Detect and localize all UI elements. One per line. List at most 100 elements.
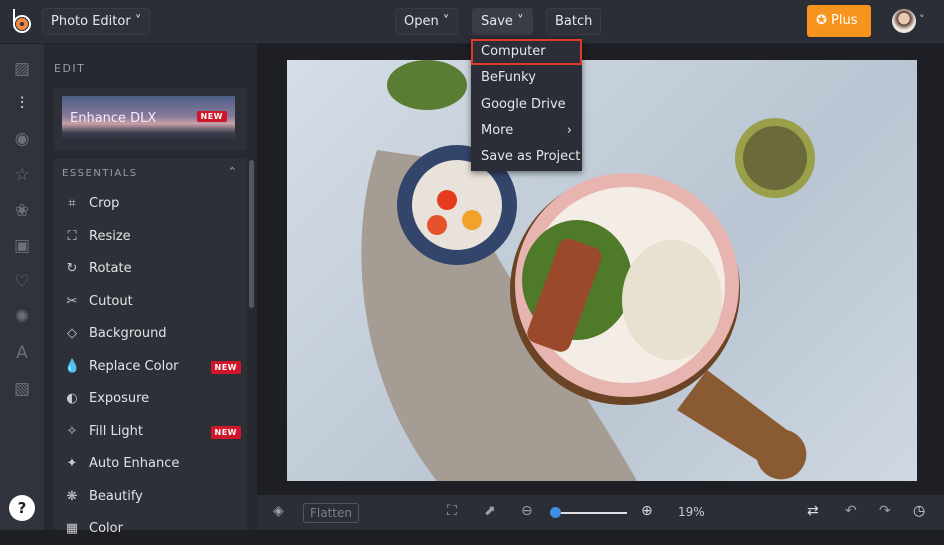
section-heading[interactable]: ESSENTIALS bbox=[62, 168, 138, 179]
tool-beautify[interactable]: ❋ Beautify bbox=[54, 481, 247, 513]
history-icon[interactable]: ◷ bbox=[913, 503, 925, 519]
help-button[interactable]: ? bbox=[9, 495, 35, 521]
tool-fill-light[interactable]: ✧ Fill Light NEW bbox=[54, 416, 247, 448]
enhance-dlx-banner: Enhance DLX NEW bbox=[62, 96, 235, 142]
resize-icon: ⛶ bbox=[67, 228, 77, 244]
avatar[interactable] bbox=[892, 9, 916, 33]
tool-replace-color[interactable]: 💧 Replace Color NEW bbox=[54, 351, 247, 383]
photo-editor-menu[interactable]: Photo Editor ˅ bbox=[42, 8, 151, 35]
color-icon: ▦ bbox=[65, 521, 79, 536]
exposure-icon: ◐ bbox=[66, 391, 78, 406]
tool-label: Replace Color bbox=[89, 358, 179, 374]
panel-heading: EDIT bbox=[54, 62, 86, 75]
actual-size-icon[interactable]: ⬈ bbox=[484, 503, 496, 519]
fit-to-screen-icon[interactable]: ⛶ bbox=[447, 503, 457, 519]
chevron-down-icon[interactable]: ˅ bbox=[919, 13, 925, 26]
pattern-icon[interactable]: ▧ bbox=[12, 379, 32, 399]
tool-label: Cutout bbox=[89, 293, 133, 309]
image-icon[interactable]: ▨ bbox=[12, 59, 32, 79]
plus-button[interactable]: ✪ Plus bbox=[807, 5, 871, 37]
batch-button[interactable]: Batch bbox=[546, 8, 602, 35]
zoom-slider-handle[interactable] bbox=[549, 507, 561, 518]
tool-rotate[interactable]: ↻ Rotate bbox=[54, 253, 247, 285]
tool-resize[interactable]: ⛶ Resize bbox=[54, 221, 247, 253]
fill-light-icon: ✧ bbox=[66, 423, 78, 439]
scissors-icon: ✂ bbox=[66, 293, 78, 309]
heart-icon[interactable]: ♡ bbox=[12, 272, 32, 292]
redo-icon[interactable]: ↷ bbox=[879, 503, 891, 519]
rotate-icon: ↻ bbox=[66, 261, 78, 276]
bottom-toolbar: ◈ Flatten ⛶ ⬈ ⊖ ⊕ 19% ⇄ ↶ ↷ ◷ bbox=[257, 495, 944, 530]
tool-label: Crop bbox=[89, 196, 120, 211]
menu-item-label: Save as Project bbox=[481, 149, 581, 165]
eye-icon[interactable]: ◉ bbox=[12, 129, 32, 149]
star-icon[interactable]: ☆ bbox=[12, 165, 32, 185]
star-icon: ✪ bbox=[816, 13, 827, 28]
flatten-button[interactable]: Flatten bbox=[303, 503, 359, 523]
tool-background[interactable]: ◇ Background bbox=[54, 318, 247, 350]
befunky-logo[interactable] bbox=[11, 8, 33, 34]
zoom-out-button[interactable]: ⊖ bbox=[521, 503, 533, 519]
tool-label: Beautify bbox=[89, 488, 143, 504]
chevron-right-icon: › bbox=[566, 122, 572, 138]
save-dropdown-menu: Computer BeFunky Google Drive More › Save as … bbox=[471, 39, 582, 171]
new-badge: NEW bbox=[210, 425, 241, 439]
sliders-icon[interactable]: ⫶ bbox=[12, 94, 32, 114]
tool-label: Fill Light bbox=[89, 423, 143, 439]
tool-crop[interactable]: ⌗ Crop bbox=[54, 188, 247, 220]
enhance-dlx-card[interactable]: Enhance DLX NEW bbox=[54, 88, 247, 150]
beautify-icon: ❋ bbox=[66, 488, 78, 504]
menu-item-label: More bbox=[481, 122, 514, 138]
new-badge: NEW bbox=[196, 111, 227, 122]
tool-label: Resize bbox=[89, 228, 131, 244]
frame-icon[interactable]: ▣ bbox=[12, 236, 32, 256]
open-label: Open bbox=[404, 14, 439, 29]
crop-icon: ⌗ bbox=[68, 196, 76, 211]
edit-panel: EDIT Enhance DLX NEW ESSENTIALS ⌃ ⌗ Crop ⛶… bbox=[44, 44, 257, 536]
plus-label: Plus bbox=[831, 13, 858, 28]
app-menu-label: Photo Editor bbox=[51, 14, 131, 29]
menu-item-label: BeFunky bbox=[481, 70, 536, 86]
chevron-down-icon: ˅ bbox=[134, 14, 142, 29]
save-button[interactable]: Save ˅ bbox=[472, 8, 533, 35]
essentials-section: ESSENTIALS ⌃ ⌗ Crop ⛶ Resize ↻ Rotate ✂ Cutout ◇… bbox=[54, 159, 247, 536]
tool-label: Exposure bbox=[89, 391, 150, 406]
zoom-slider-track[interactable] bbox=[555, 512, 627, 514]
chevron-down-icon: ˅ bbox=[442, 14, 450, 29]
chevron-down-icon: ˅ bbox=[517, 14, 524, 29]
tool-auto-enhance[interactable]: ✦ Auto Enhance bbox=[54, 448, 247, 480]
background-icon: ◇ bbox=[67, 326, 77, 341]
tool-exposure[interactable]: ◐ Exposure bbox=[54, 383, 247, 415]
drop-icon: 💧 bbox=[64, 358, 81, 374]
auto-enhance-icon: ✦ bbox=[66, 456, 78, 471]
save-menu-item[interactable]: Save as Project bbox=[471, 144, 582, 170]
tool-label: Color bbox=[89, 521, 123, 536]
tool-label: Background bbox=[89, 326, 167, 341]
open-button[interactable]: Open ˅ bbox=[395, 8, 459, 35]
save-menu-item[interactable]: Google Drive bbox=[471, 92, 582, 118]
top-bar: Photo Editor ˅ Open ˅ Save ˅ Batch ✪ Plu… bbox=[0, 0, 944, 44]
effects-icon[interactable]: ❀ bbox=[12, 201, 32, 221]
save-menu-item[interactable]: BeFunky bbox=[471, 65, 582, 91]
tool-color[interactable]: ▦ Color bbox=[54, 513, 247, 545]
food-photo bbox=[361, 60, 815, 481]
tool-cutout[interactable]: ✂ Cutout bbox=[54, 286, 247, 318]
zoom-in-button[interactable]: ⊕ bbox=[641, 503, 653, 519]
tool-label: Auto Enhance bbox=[89, 456, 180, 471]
zoom-level: 19% bbox=[678, 505, 705, 519]
compare-icon[interactable]: ⇄ bbox=[807, 503, 819, 519]
text-icon[interactable]: A bbox=[12, 343, 32, 363]
texture-icon[interactable]: ✺ bbox=[12, 307, 32, 327]
chevron-up-icon[interactable]: ⌃ bbox=[228, 165, 237, 178]
save-menu-item[interactable]: More › bbox=[471, 118, 582, 144]
tool-rail: ▨ ⫶ ◉ ☆ ❀ ▣ ♡ ✺ A ▧ bbox=[0, 44, 44, 530]
panel-scrollbar[interactable] bbox=[249, 160, 254, 308]
tool-label: Rotate bbox=[89, 261, 132, 276]
save-menu-item[interactable]: Computer bbox=[471, 39, 582, 65]
enhance-dlx-label: Enhance DLX bbox=[70, 111, 157, 126]
menu-item-label: Google Drive bbox=[481, 96, 566, 112]
menu-item-label: Computer bbox=[481, 44, 546, 59]
photo-canvas[interactable] bbox=[287, 60, 917, 481]
undo-icon[interactable]: ↶ bbox=[845, 503, 857, 519]
layers-icon[interactable]: ◈ bbox=[273, 503, 284, 519]
